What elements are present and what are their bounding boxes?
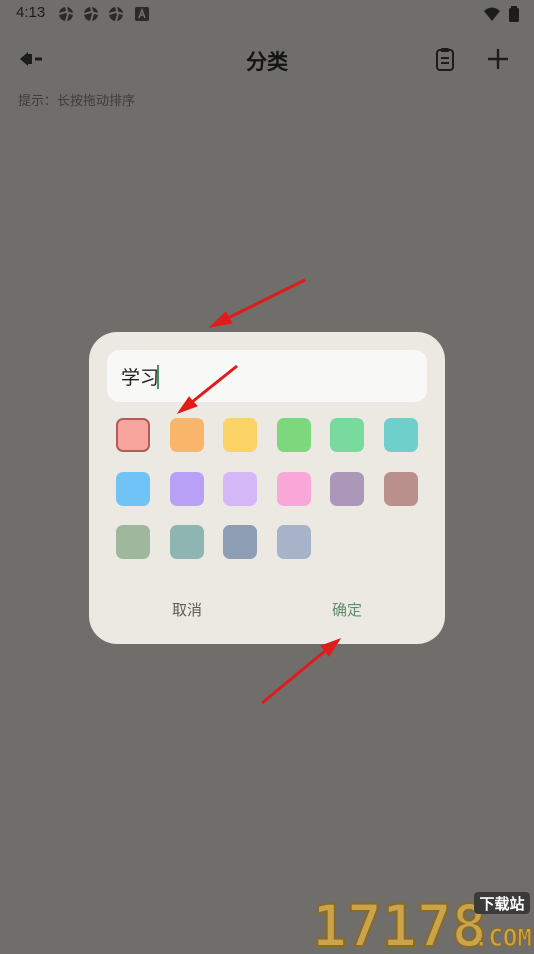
color-swatch[interactable] — [223, 525, 257, 559]
color-swatch[interactable] — [276, 471, 311, 506]
wifi-icon — [484, 7, 500, 21]
category-name-input[interactable] — [107, 350, 427, 402]
color-swatch[interactable] — [116, 525, 150, 559]
font-a-icon — [135, 7, 149, 21]
color-swatch[interactable] — [330, 471, 364, 506]
app-header: 分类 — [0, 36, 534, 84]
text-caret — [157, 365, 159, 389]
clipboard-icon[interactable] — [432, 46, 458, 72]
status-time: 4:13 — [16, 4, 46, 21]
color-swatch[interactable] — [169, 471, 204, 506]
battery-icon — [509, 6, 519, 22]
color-swatch[interactable] — [383, 418, 418, 452]
aperture-icon — [58, 6, 74, 22]
watermark-domain: .COM — [474, 924, 532, 950]
watermark-number: 17178 — [312, 892, 487, 950]
color-swatch[interactable] — [330, 418, 364, 452]
aperture-icon — [83, 6, 99, 22]
category-dialog: 取消 确定 — [89, 332, 445, 644]
aperture-icon — [108, 6, 124, 22]
color-swatch[interactable] — [116, 418, 150, 452]
color-swatch[interactable] — [223, 418, 257, 452]
color-swatch[interactable] — [116, 471, 150, 506]
color-swatch[interactable] — [169, 525, 204, 559]
watermark-17178-logo: 17178 下载站 .COM — [311, 891, 532, 954]
watermark-badge: 下载站 — [479, 895, 524, 913]
cancel-button[interactable]: 取消 — [117, 590, 257, 630]
color-swatch[interactable] — [383, 471, 418, 506]
hint-text: 提示：长按拖动排序 — [18, 94, 136, 109]
color-swatch[interactable] — [276, 418, 311, 452]
confirm-button[interactable]: 确定 — [277, 590, 417, 630]
color-swatch[interactable] — [223, 471, 257, 506]
color-swatch[interactable] — [276, 525, 311, 559]
plus-icon[interactable] — [484, 45, 512, 73]
watermark-logo: 17178 下载站 .COM — [310, 888, 534, 954]
color-swatch[interactable] — [169, 418, 204, 452]
status-bar: 4:13 — [0, 0, 534, 28]
